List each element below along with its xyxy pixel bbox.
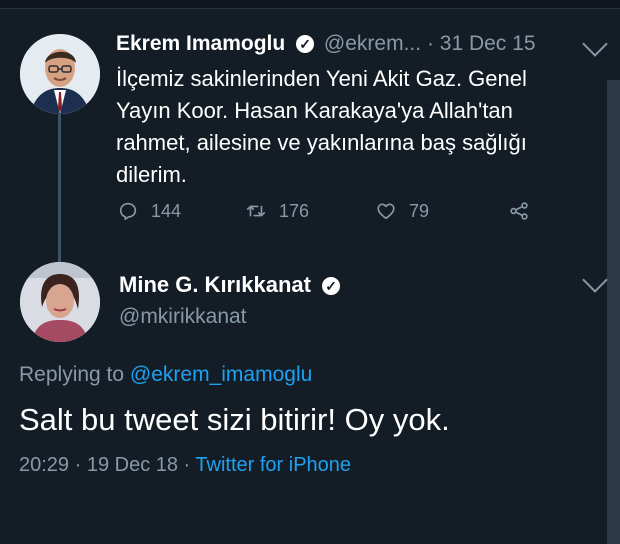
avatar-mine-image bbox=[20, 262, 100, 342]
source-link[interactable]: Twitter for iPhone bbox=[195, 454, 351, 476]
avatar[interactable] bbox=[20, 262, 100, 342]
tweet-actions: 144 176 79 bbox=[117, 197, 537, 227]
author-handle[interactable]: @ekrem... bbox=[324, 32, 421, 55]
verified-badge-icon: ✓ bbox=[296, 35, 315, 53]
replying-prefix: Replying to bbox=[19, 363, 125, 386]
avatar[interactable] bbox=[20, 34, 100, 114]
like-button[interactable]: 79 bbox=[375, 197, 429, 225]
retweet-count: 176 bbox=[279, 200, 310, 221]
mention-link[interactable]: @ekrem_imamoglu bbox=[130, 363, 312, 386]
reply-bubble-icon bbox=[119, 202, 137, 221]
top-divider bbox=[0, 0, 620, 9]
reply-button[interactable]: 144 bbox=[117, 197, 181, 225]
tweet-text: Salt bu tweet sizi bitirir! Oy yok. bbox=[19, 402, 450, 437]
verified-badge-icon: ✓ bbox=[322, 277, 341, 295]
author-handle[interactable]: @mkirikkanat bbox=[119, 305, 247, 329]
share-icon bbox=[510, 202, 528, 220]
tweet-text-line: Yayın Koor. Hasan Karakaya'ya Allah'tan bbox=[116, 98, 513, 123]
tweet-text-line: dilerim. bbox=[116, 162, 187, 187]
retweet-icon bbox=[246, 205, 266, 217]
retweet-button[interactable]: 176 bbox=[245, 197, 309, 225]
author-name[interactable]: Mine G. Kırıkkanat ✓ bbox=[119, 272, 344, 298]
tweet-meta: 20:29 · 19 Dec 18 · Twitter for iPhone bbox=[19, 454, 351, 477]
tweet-text-line: rahmet, ailesine ve yakınlarına baş sağl… bbox=[116, 130, 527, 155]
heart-icon bbox=[377, 203, 395, 220]
tweet-text-line: İlçemiz sakinlerinden Yeni Akit Gaz. Gen… bbox=[116, 66, 527, 91]
tweet-timestamp: 20:29 · 19 Dec 18 · bbox=[19, 454, 191, 476]
reply-count: 144 bbox=[151, 200, 182, 221]
chevron-down-icon[interactable] bbox=[582, 267, 608, 293]
like-count: 79 bbox=[409, 200, 430, 221]
replying-to: Replying to @ekrem_imamoglu bbox=[19, 363, 312, 387]
share-button[interactable] bbox=[508, 197, 530, 225]
tweet-header: Ekrem Imamoglu ✓ @ekrem... · 31 Dec 15 bbox=[116, 32, 586, 62]
chevron-down-icon[interactable] bbox=[582, 31, 608, 57]
author-name-text: Mine G. Kırıkkanat bbox=[119, 272, 311, 297]
avatar-ekrem-image bbox=[20, 34, 100, 114]
thread-connector-line bbox=[58, 112, 61, 264]
tweet-time[interactable]: · 31 Dec 15 bbox=[427, 32, 536, 55]
author-name[interactable]: Ekrem Imamoglu bbox=[116, 32, 285, 55]
scrollbar[interactable] bbox=[607, 80, 620, 544]
tweet-text: İlçemiz sakinlerinden Yeni Akit Gaz. Gen… bbox=[116, 63, 586, 191]
